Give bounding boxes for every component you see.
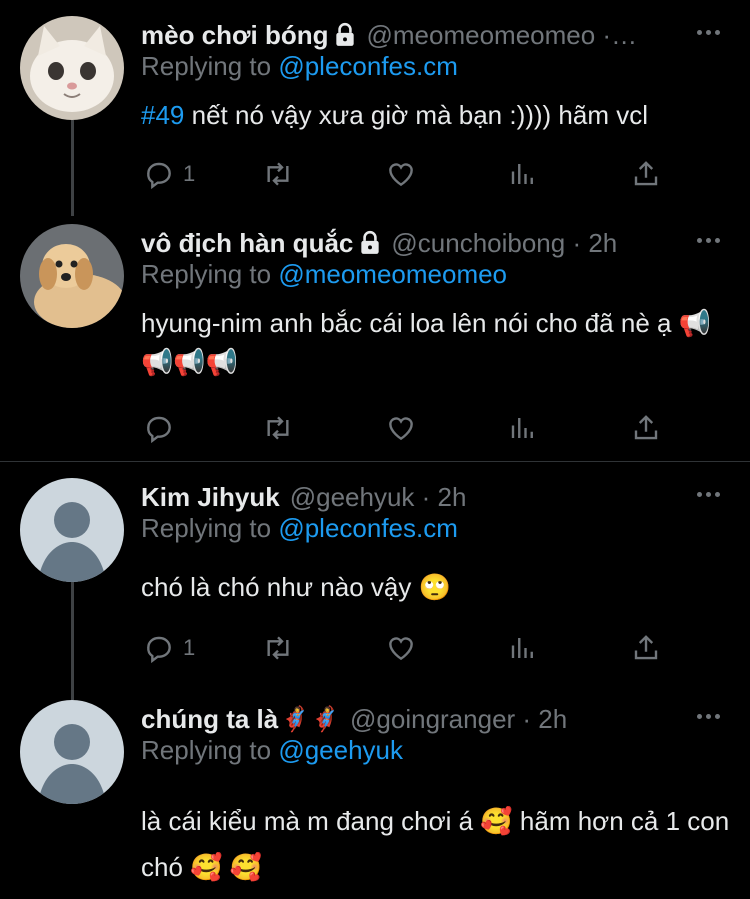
- tweet-text: hyung-nim anh bắc cái loa lên nói cho đã…: [141, 308, 712, 377]
- replying-to: Replying to @geehyuk: [141, 735, 403, 766]
- heart-icon: [389, 417, 413, 441]
- analytics-button[interactable]: [508, 628, 538, 668]
- display-name[interactable]: vô địch hàn quắc: [141, 228, 353, 259]
- more-options-icon[interactable]: [697, 714, 720, 719]
- replying-to-mention[interactable]: @meomeomeomeo: [278, 259, 507, 289]
- name-emoji: 🦸‍♀️🦸‍♀️: [280, 705, 341, 733]
- reply-count: 1: [183, 161, 196, 186]
- tweet-text: #49 nết nó vậy xưa giờ mà bạn :)))) hãm …: [141, 96, 731, 135]
- thread-line: [71, 582, 74, 700]
- retweet-icon: [267, 162, 289, 186]
- display-name[interactable]: mèo chơi bóng: [141, 20, 328, 51]
- display-name[interactable]: Kim Jihyuk: [141, 482, 280, 513]
- replying-to-mention[interactable]: @geehyuk: [278, 735, 403, 765]
- tweet-actions: 1: [141, 628, 671, 668]
- replying-to-label: Replying to: [141, 513, 272, 543]
- avatar-cat[interactable]: [20, 16, 124, 120]
- replying-to-label: Replying to: [141, 735, 272, 765]
- lock-icon: [357, 230, 383, 256]
- handle-and-time[interactable]: @geehyuk · 2h: [290, 482, 467, 513]
- share-icon: [634, 161, 658, 186]
- tweet-text: là cái kiểu mà m đang chơi á 🥰 hãm hơn c…: [141, 806, 730, 882]
- retweet-icon: [267, 416, 289, 440]
- tweet-actions: 1: [141, 154, 671, 194]
- replying-to: Replying to @pleconfes.cm: [141, 51, 458, 82]
- analytics-icon: [511, 164, 533, 184]
- tweet-actions: [141, 408, 671, 448]
- tweet-1[interactable]: mèo chơi bóng @meomeomeomeo ·… Replying …: [0, 16, 750, 216]
- analytics-icon: [511, 418, 533, 438]
- reply-icon: [147, 416, 171, 444]
- like-button[interactable]: [385, 154, 417, 194]
- tweet-2[interactable]: vô địch hàn quắc @cunchoibong · 2h Reply…: [0, 224, 750, 460]
- reply-icon: [147, 636, 171, 664]
- reply-button[interactable]: 1: [143, 154, 195, 194]
- thread-line: [71, 120, 74, 216]
- avatar-default[interactable]: [20, 478, 124, 582]
- analytics-button[interactable]: [508, 408, 538, 448]
- replying-to-label: Replying to: [141, 259, 272, 289]
- tweet-4[interactable]: chúng ta là 🦸‍♀️🦸‍♀️ @goingranger · 2h R…: [0, 700, 750, 899]
- retweet-button[interactable]: [261, 628, 295, 668]
- avatar-puppy[interactable]: [20, 224, 124, 328]
- tweet-text: chó là chó như nào vậy 🙄: [141, 572, 451, 602]
- tweet-header: Kim Jihyuk @geehyuk · 2h: [141, 478, 750, 516]
- analytics-icon: [511, 638, 533, 658]
- heart-icon: [389, 163, 413, 187]
- lock-icon: [332, 22, 358, 48]
- reply-button[interactable]: [143, 408, 175, 448]
- tweet-header: mèo chơi bóng @meomeomeomeo ·…: [141, 16, 750, 54]
- replying-to: Replying to @pleconfes.cm: [141, 513, 458, 544]
- like-button[interactable]: [385, 408, 417, 448]
- replying-to-mention[interactable]: @pleconfes.cm: [278, 51, 458, 81]
- tweet-header: vô địch hàn quắc @cunchoibong · 2h: [141, 224, 750, 262]
- more-options-icon[interactable]: [697, 492, 720, 497]
- retweet-icon: [267, 636, 289, 660]
- heart-icon: [389, 637, 413, 661]
- reply-button[interactable]: 1: [143, 628, 195, 668]
- replying-to: Replying to @meomeomeomeo: [141, 259, 507, 290]
- analytics-button[interactable]: [508, 154, 538, 194]
- more-options-icon[interactable]: [697, 238, 720, 243]
- share-button[interactable]: [631, 154, 661, 194]
- share-button[interactable]: [631, 408, 661, 448]
- handle-and-time[interactable]: @cunchoibong · 2h: [391, 228, 617, 259]
- share-icon: [634, 635, 658, 660]
- display-name[interactable]: chúng ta là: [141, 704, 278, 735]
- tweet-header: chúng ta là 🦸‍♀️🦸‍♀️ @goingranger · 2h: [141, 700, 750, 738]
- like-button[interactable]: [385, 628, 417, 668]
- hashtag-link[interactable]: #49: [141, 100, 184, 130]
- avatar-default[interactable]: [20, 700, 124, 804]
- reply-count: 1: [183, 635, 196, 660]
- replying-to-label: Replying to: [141, 51, 272, 81]
- share-button[interactable]: [631, 628, 661, 668]
- replying-to-mention[interactable]: @pleconfes.cm: [278, 513, 458, 543]
- reply-icon: [147, 162, 171, 190]
- handle-and-time[interactable]: @goingranger · 2h: [350, 704, 567, 735]
- more-options-icon[interactable]: [697, 30, 720, 35]
- share-icon: [634, 415, 658, 440]
- handle-and-time[interactable]: @meomeomeomeo ·…: [366, 20, 637, 51]
- thread-divider: [0, 461, 750, 462]
- retweet-button[interactable]: [261, 154, 295, 194]
- retweet-button[interactable]: [261, 408, 295, 448]
- tweet-3[interactable]: Kim Jihyuk @geehyuk · 2h Replying to @pl…: [0, 478, 750, 700]
- tweet-text-body: nết nó vậy xưa giờ mà bạn :)))) hãm vcl: [184, 100, 649, 130]
